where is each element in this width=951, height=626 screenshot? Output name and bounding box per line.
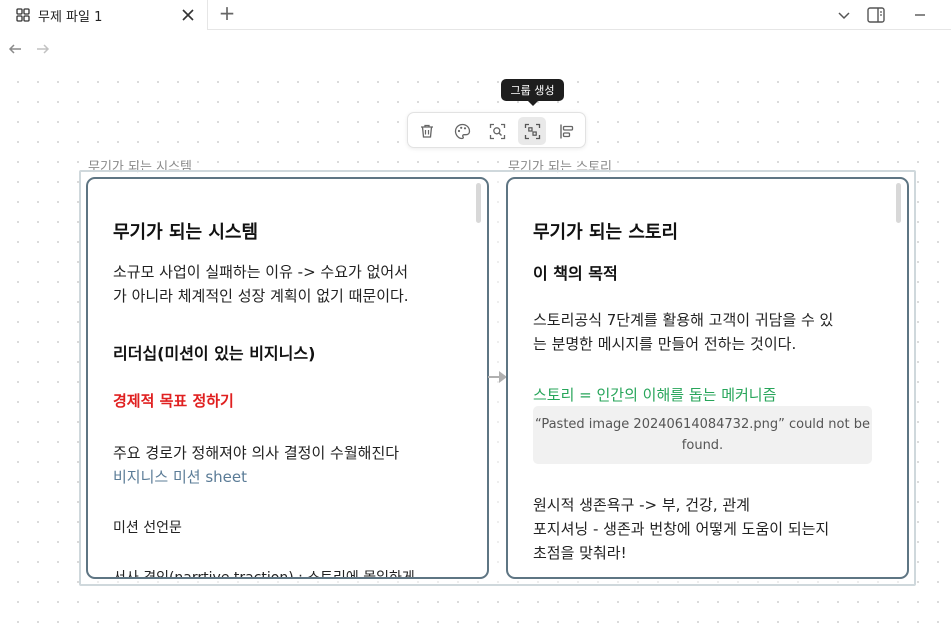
zoom-selection-icon[interactable] — [483, 117, 511, 145]
card-title: 무기가 되는 시스템 — [113, 222, 259, 243]
edge-arrow[interactable] — [488, 369, 508, 385]
paragraph: 는 분명한 메시지를 만들어 전하는 것이다. — [533, 335, 797, 353]
card-left[interactable]: 무기가 되는 시스템 소규모 사업이 실패하는 이유 -> 수요가 없어서 가 … — [86, 177, 489, 579]
heading-green: 스토리 = 인간의 이해를 돕는 메커니즘 — [533, 386, 777, 404]
arrow-left-icon — [8, 44, 21, 54]
tab-untitled[interactable]: 무제 파일 1 — [0, 0, 208, 30]
paragraph: 원시적 생존욕구 -> 부, 건강, 관계 — [533, 496, 750, 514]
group-icon[interactable] — [518, 117, 546, 145]
paragraph: 소규모 사업이 실패하는 이유 -> 수요가 없어서 — [113, 263, 408, 281]
card-right[interactable]: 무기가 되는 스토리 이 책의 목적 스토리공식 7단계를 활용해 고객이 귀담… — [506, 177, 909, 579]
missing-image-notice: “Pasted image 20240614084732.png” could … — [533, 406, 872, 464]
selection-toolbar — [407, 112, 586, 148]
heading: 리더십(미션이 있는 비지니스) — [113, 344, 316, 363]
arrow-right-icon — [37, 44, 50, 54]
close-icon[interactable] — [179, 6, 197, 24]
tooltip: 그룹 생성 — [501, 79, 564, 106]
align-icon[interactable] — [553, 117, 581, 145]
sidebar-toggle-icon[interactable] — [865, 4, 887, 26]
paragraph: 주요 경로가 정해져야 의사 결정이 수월해진다 — [113, 444, 400, 462]
trash-icon[interactable] — [413, 117, 441, 145]
internal-link[interactable]: 비지니스 미션 sheet — [113, 466, 247, 487]
forward-button[interactable] — [34, 40, 52, 58]
tab-title: 무제 파일 1 — [38, 9, 103, 25]
paragraph: 포지셔닝 - 생존과 번창에 어떻게 도움이 되는지 — [533, 520, 830, 538]
paragraph: 가 아니라 체계적인 성장 계획이 없기 때문이다. — [113, 287, 409, 305]
tab-bar: 무제 파일 1 + — [0, 0, 951, 30]
card-title: 무기가 되는 스토리 — [533, 222, 679, 243]
palette-icon[interactable] — [448, 117, 476, 145]
paragraph: 스토리공식 7단계를 활용해 고객이 귀담을 수 있 — [533, 311, 834, 329]
paragraph: 초점을 맞춰라! — [533, 544, 627, 562]
back-button[interactable] — [6, 40, 24, 58]
scrollbar[interactable] — [476, 183, 481, 223]
heading-red: 경제적 목표 정하기 — [113, 392, 234, 410]
minimize-icon[interactable] — [909, 4, 931, 26]
scrollbar[interactable] — [896, 183, 901, 223]
chevron-down-icon[interactable] — [833, 4, 855, 26]
paragraph: 미션 선언문 — [113, 520, 182, 536]
canvas-icon — [16, 8, 30, 22]
paragraph: 서사 견인(narrtive traction) : 스토리에 몰입하게 — [113, 570, 415, 579]
heading: 이 책의 목적 — [533, 264, 618, 283]
new-tab-button[interactable]: + — [216, 3, 238, 25]
